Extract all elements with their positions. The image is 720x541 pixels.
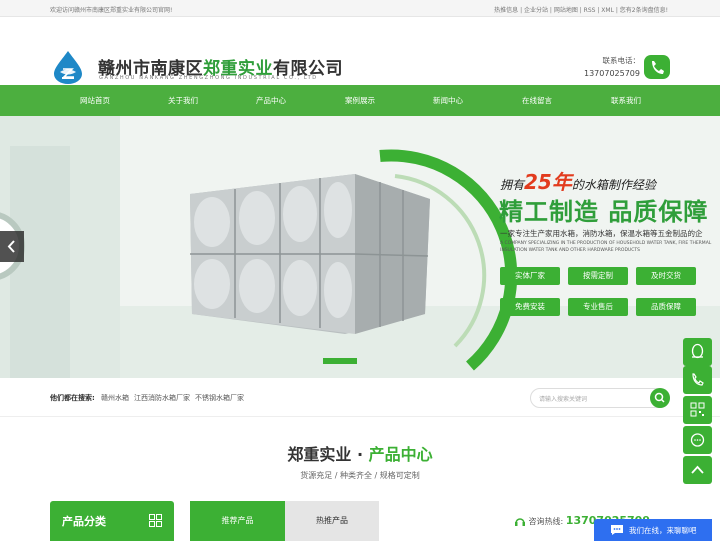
back-to-top-button[interactable] [683,456,712,484]
phone-icon[interactable] [644,55,670,79]
chat-label: 我们在线，来聊聊吧 [629,526,697,535]
top-bar: 欢迎访问赣州市南康区郑重实业有限公司官网! 热推信息 | 企业分站 | 网站地图… [0,0,720,17]
nav-cases[interactable]: 案例展示 [320,85,400,116]
nav-message[interactable]: 在线留言 [497,85,577,116]
top-links[interactable]: 热推信息 | 企业分站 | 网站地图 | RSS | XML | 您有2条询盘信… [494,5,668,14]
hot-search-link[interactable]: 江西消防水箱厂家 [134,393,190,403]
category-title: 产品分类 [62,515,106,528]
feature-button-aftersale[interactable]: 专业售后 [568,298,628,316]
search-bar: 他们都在搜索: 赣州水箱 江西消防水箱厂家 不锈钢水箱厂家 请输入搜索关键词 [0,380,720,417]
contact-phone: 13707025709 [584,69,640,78]
nav-home[interactable]: 网站首页 [55,85,135,116]
contact-block: 联系电话： 13707025709 [584,55,640,78]
search-input[interactable]: 请输入搜索关键词 [530,388,670,408]
main-nav: 网站首页 关于我们 产品中心 案例展示 新闻中心 在线留言 联系我们 [0,85,720,116]
hot-search-link[interactable]: 不锈钢水箱厂家 [195,393,244,403]
banner-description-en: A COMPANY SPECIALIZING IN THE PRODUCTION… [500,241,712,253]
banner-prev-arrow[interactable] [0,231,24,262]
side-phone-button[interactable] [683,366,712,394]
product-category-header: 产品分类 [50,501,174,541]
hotline-label: 咨询热线: [528,517,564,526]
side-qrcode-button[interactable] [683,396,712,424]
side-message-button[interactable] [683,426,712,454]
qq-icon [691,343,704,359]
chevron-up-icon [691,465,704,474]
header: 赣州市南康区郑重实业有限公司 GANZHOU NANKANG ZHENGZHON… [0,17,720,85]
nav-products[interactable]: 产品中心 [231,85,311,116]
tab-hot[interactable]: 热推产品 [285,501,379,541]
nav-about[interactable]: 关于我们 [143,85,223,116]
nav-contact[interactable]: 联系我们 [586,85,666,116]
water-drop-logo-icon[interactable] [52,50,84,84]
grid-icon[interactable] [149,514,162,527]
banner-headline: 精工制造 品质保障 [499,198,709,226]
hero-banner: 拥有25年的水箱制作经验 精工制造 品质保障 一家专注生产家用水箱，消防水箱，保… [0,116,720,378]
qrcode-icon [690,402,705,417]
feature-button-factory[interactable]: 实体厂家 [500,267,560,285]
search-icon [654,392,665,403]
feature-button-custom[interactable]: 按需定制 [568,267,628,285]
chat-bubble-icon [611,525,623,535]
search-placeholder: 请输入搜索关键词 [539,396,588,403]
water-tank-image [190,174,430,334]
feature-button-delivery[interactable]: 及时交货 [636,267,696,285]
online-chat-widget[interactable]: 我们在线，来聊聊吧 [594,519,712,541]
tab-recommended[interactable]: 推荐产品 [190,501,285,541]
nav-news[interactable]: 新闻中心 [408,85,488,116]
feature-button-install[interactable]: 免费安装 [500,298,560,316]
phone-icon [692,373,704,386]
welcome-text: 欢迎访问赣州市南康区郑重实业有限公司官网! [50,7,173,14]
feature-button-quality[interactable]: 品质保障 [636,298,696,316]
section-subtitle: 货源充足 / 种类齐全 / 规格可定制 [300,471,420,480]
banner-pagination[interactable] [323,358,357,364]
hot-search-label: 他们都在搜索: [50,394,95,402]
section-title: 郑重实业 · 产品中心 [287,445,433,464]
banner-description: 一家专注生产家用水箱，消防水箱，保温水箱等五金制品的企 [500,229,703,238]
banner-slogan: 拥有25年的水箱制作经验 [500,170,656,194]
contact-label: 联系电话： [602,56,641,65]
company-name-en: GANZHOU NANKANG ZHENGZHONG INDUSTRIAL CO… [99,75,318,81]
hot-search-link[interactable]: 赣州水箱 [101,393,129,403]
side-qq-button[interactable] [683,338,712,366]
chat-icon [690,433,705,447]
headset-icon [515,518,525,526]
search-button[interactable] [650,388,670,408]
